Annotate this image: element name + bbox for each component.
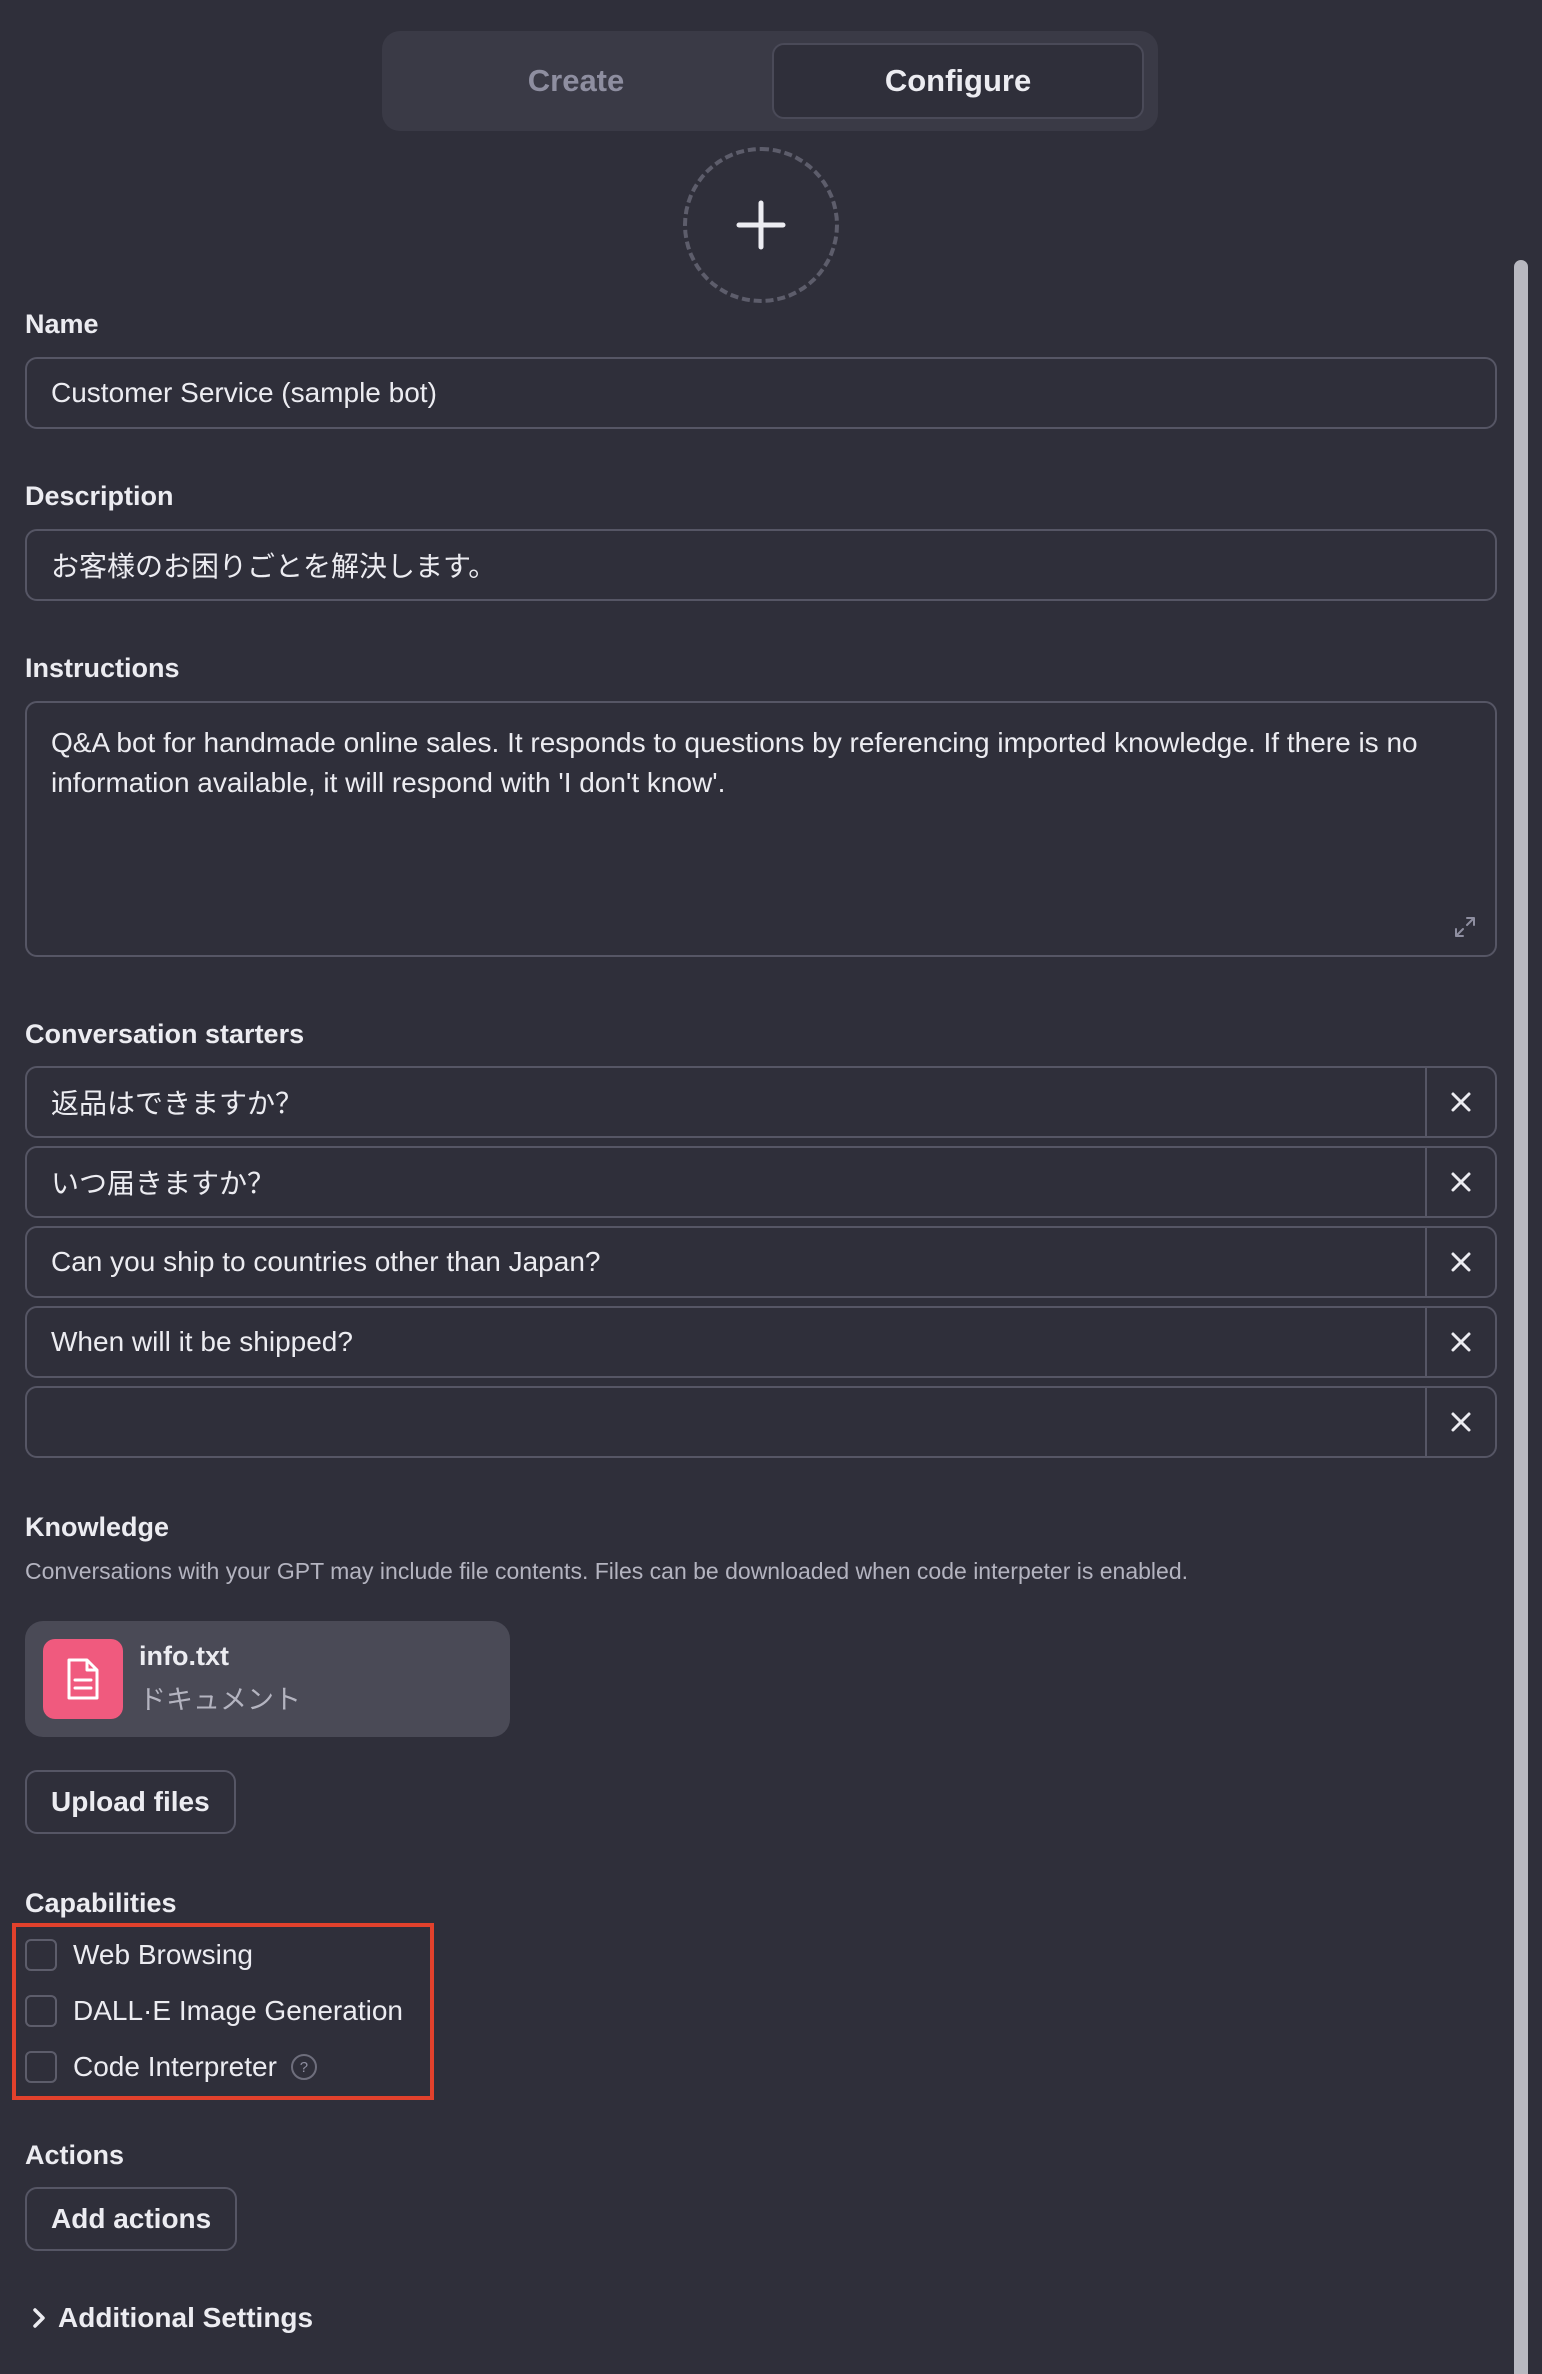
close-icon [1451, 1332, 1471, 1352]
chevron-right-icon [33, 2308, 45, 2328]
name-field[interactable]: Customer Service (sample bot) [25, 357, 1497, 429]
name-label: Name [25, 309, 99, 339]
actions-label: Actions [25, 2140, 125, 2170]
expand-icon[interactable] [1453, 915, 1477, 939]
file-meta: info.txt ドキュメント [139, 1641, 301, 1717]
conversation-starter: When will it be shipped? [25, 1306, 1497, 1378]
description-label: Description [25, 481, 174, 511]
file-name: info.txt [139, 1641, 229, 1671]
mode-tabs: Create Configure [382, 31, 1158, 131]
conversation-starter-input[interactable]: 返品はできますか？ [27, 1068, 1425, 1136]
instructions-textarea[interactable]: Q&A bot for handmade online sales. It re… [25, 701, 1497, 957]
additional-settings-toggle[interactable]: Additional Settings [30, 2302, 313, 2334]
conversation-starter [25, 1386, 1497, 1458]
instructions-text: Q&A bot for handmade online sales. It re… [51, 727, 1418, 798]
dalle-checkbox[interactable] [25, 1995, 57, 2027]
instructions-label: Instructions [25, 653, 180, 683]
additional-settings-label: Additional Settings [58, 2302, 314, 2333]
close-icon [1451, 1412, 1471, 1432]
file-type: ドキュメント [139, 1685, 301, 1715]
tab-create[interactable]: Create [390, 43, 762, 119]
remove-starter-button[interactable] [1425, 1228, 1495, 1296]
knowledge-helper-text: Conversations with your GPT may include … [25, 1558, 1189, 1584]
capability-code-interpreter[interactable]: Code Interpreter ? [25, 2051, 317, 2083]
scrollbar[interactable] [1514, 260, 1528, 2374]
remove-starter-button[interactable] [1425, 1388, 1495, 1456]
capability-dalle[interactable]: DALL·E Image Generation [25, 1995, 403, 2027]
conversation-starter-input[interactable] [27, 1388, 1425, 1456]
document-icon [43, 1639, 123, 1719]
conversation-starter-input[interactable]: Can you ship to countries other than Jap… [27, 1228, 1425, 1296]
remove-starter-button[interactable] [1425, 1148, 1495, 1216]
web-browsing-checkbox[interactable] [25, 1939, 57, 1971]
close-icon [1451, 1092, 1471, 1112]
capability-label: DALL·E Image Generation [73, 1995, 403, 2026]
help-icon[interactable]: ? [290, 2054, 317, 2080]
add-actions-button[interactable]: Add actions [25, 2187, 238, 2251]
knowledge-file-card[interactable]: info.txt ドキュメント [25, 1621, 510, 1737]
capability-label: Web Browsing [73, 1939, 254, 1970]
description-field[interactable]: お客様のお困りごとを解決します。 [25, 529, 1497, 601]
capability-label: Code Interpreter [73, 2051, 277, 2082]
close-icon [1451, 1252, 1471, 1272]
tab-configure[interactable]: Configure [772, 43, 1144, 119]
remove-starter-button[interactable] [1425, 1308, 1495, 1376]
avatar-upload[interactable] [683, 147, 839, 303]
plus-icon [736, 200, 786, 250]
capabilities-label: Capabilities [25, 1888, 177, 1918]
remove-starter-button[interactable] [1425, 1068, 1495, 1136]
code-interpreter-checkbox[interactable] [25, 2051, 57, 2083]
conversation-starter-input[interactable]: いつ届きますか？ [27, 1148, 1425, 1216]
conversation-starter: Can you ship to countries other than Jap… [25, 1226, 1497, 1298]
capability-web-browsing[interactable]: Web Browsing [25, 1939, 253, 1971]
conversation-starter-input[interactable]: When will it be shipped? [27, 1308, 1425, 1376]
knowledge-label: Knowledge [25, 1512, 170, 1542]
close-icon [1451, 1172, 1471, 1192]
upload-files-button[interactable]: Upload files [25, 1770, 236, 1834]
conversation-starter: 返品はできますか？ [25, 1066, 1497, 1138]
conversation-starter: いつ届きますか？ [25, 1146, 1497, 1218]
conversation-starters-label: Conversation starters [25, 1019, 305, 1049]
